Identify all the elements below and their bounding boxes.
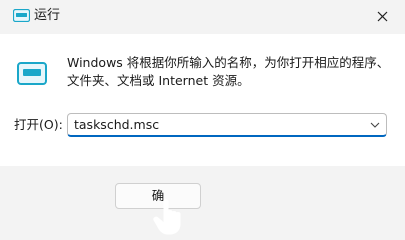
chevron-down-icon[interactable] (370, 121, 380, 129)
dialog-footer: 确 (0, 166, 405, 235)
open-input[interactable]: taskschd.msc (74, 117, 159, 133)
open-combobox[interactable]: taskschd.msc (67, 113, 387, 137)
open-label: 打开(O): (14, 117, 63, 132)
dialog-content: Windows 将根据你所输入的名称，为你打开相应的程序、文件夹、文档或 Int… (0, 34, 405, 166)
run-icon (17, 62, 47, 85)
title-bar: 运行 (0, 0, 405, 34)
close-icon (377, 11, 387, 21)
close-button[interactable] (359, 0, 405, 32)
window-title: 运行 (34, 8, 61, 23)
dialog-description: Windows 将根据你所输入的名称，为你打开相应的程序、文件夹、文档或 Int… (67, 55, 390, 88)
hand-cursor-icon (153, 199, 181, 235)
run-app-icon (13, 9, 30, 22)
